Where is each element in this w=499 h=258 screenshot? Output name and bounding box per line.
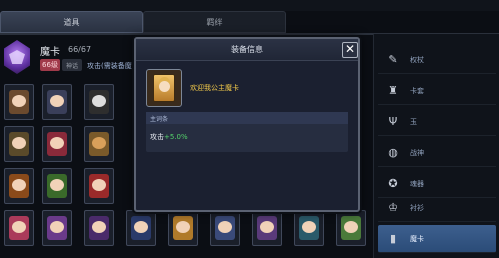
equipment-sidebar: ✎ 权杖 ♜ 卡套 Ψ 玉 ◍ 战神 ✪ 魂器 ♔ 衬衫 ▮ 魔卡 xyxy=(373,34,499,258)
item-name: 欢迎我公主魔卡 xyxy=(190,84,239,92)
scepter-icon: ✎ xyxy=(388,53,398,66)
sidebar-item-war-god[interactable]: ◍ 战神 xyxy=(378,139,496,167)
card-slot[interactable] xyxy=(252,210,282,246)
tab-bonds[interactable]: 羁绊 xyxy=(143,11,286,33)
sidebar-item-card-sleeve[interactable]: ♜ 卡套 xyxy=(378,77,496,105)
hero-name: 魔卡 xyxy=(40,47,60,58)
globe-icon: ◍ xyxy=(388,146,398,159)
sidebar-item-label: 战神 xyxy=(410,148,424,157)
tab-items[interactable]: 道具 xyxy=(0,11,143,33)
stat-bonus: +5.0% xyxy=(164,133,188,141)
hero-card-count: 66/67 xyxy=(68,45,92,54)
card-slot[interactable] xyxy=(4,126,34,162)
dialog-header: 装备信息 xyxy=(136,39,358,61)
card-slot[interactable] xyxy=(4,84,34,120)
sidebar-item-label: 魂器 xyxy=(410,179,424,188)
princess-card-icon xyxy=(153,74,175,102)
sidebar-item-label: 魔卡 xyxy=(410,234,424,243)
sidebar-item-label: 玉 xyxy=(410,117,417,126)
top-strip xyxy=(0,0,499,11)
card-slot[interactable] xyxy=(4,210,34,246)
card-slot[interactable] xyxy=(42,84,72,120)
attack-requirement-text: 攻击(需装备魔 xyxy=(87,62,132,70)
sidebar-item-label: 卡套 xyxy=(410,86,424,95)
stat-label: 攻击 xyxy=(150,133,164,141)
card-slot[interactable] xyxy=(168,210,198,246)
sidebar-item-shirt[interactable]: ♔ 衬衫 xyxy=(378,194,496,222)
sidebar-item-label: 衬衫 xyxy=(410,203,424,212)
card-slot[interactable] xyxy=(126,210,156,246)
dialog-title: 装备信息 xyxy=(231,45,263,54)
card-slot[interactable] xyxy=(294,210,324,246)
section-title: 主词条 xyxy=(146,112,348,124)
sleeve-icon: ♜ xyxy=(388,84,398,97)
shirt-icon: ♔ xyxy=(388,201,398,214)
card-slot[interactable] xyxy=(336,210,366,246)
card-icon: ▮ xyxy=(389,232,397,245)
emblem-icon: ✪ xyxy=(388,177,398,190)
sidebar-item-magic-card[interactable]: ▮ 魔卡 xyxy=(378,225,496,253)
card-slot[interactable] xyxy=(210,210,240,246)
item-thumbnail xyxy=(146,69,182,107)
card-slot[interactable] xyxy=(42,126,72,162)
equipment-info-dialog: 装备信息 ✕ 欢迎我公主魔卡 主词条 攻击+5.0% xyxy=(134,37,360,212)
level-badge: 66级 xyxy=(40,59,60,71)
card-slot[interactable] xyxy=(84,210,114,246)
stat-line: 攻击+5.0% xyxy=(150,132,188,142)
close-button[interactable]: ✕ xyxy=(342,42,358,58)
sidebar-item-label: 权杖 xyxy=(410,55,424,64)
card-slot[interactable] xyxy=(42,168,72,204)
tab-bar: 道具 羁绊 xyxy=(0,11,286,33)
rarity-tag: 神话 xyxy=(62,59,82,71)
card-slot[interactable] xyxy=(84,126,114,162)
close-icon: ✕ xyxy=(344,42,356,56)
trident-icon: Ψ xyxy=(388,115,398,128)
card-slot[interactable] xyxy=(42,210,72,246)
card-slot[interactable] xyxy=(84,84,114,120)
sidebar-item-jade[interactable]: Ψ 玉 xyxy=(378,108,496,136)
card-slot[interactable] xyxy=(4,168,34,204)
main-stat-section: 主词条 攻击+5.0% xyxy=(146,112,348,152)
sidebar-item-scepter[interactable]: ✎ 权杖 xyxy=(378,46,496,74)
card-slot[interactable] xyxy=(84,168,114,204)
